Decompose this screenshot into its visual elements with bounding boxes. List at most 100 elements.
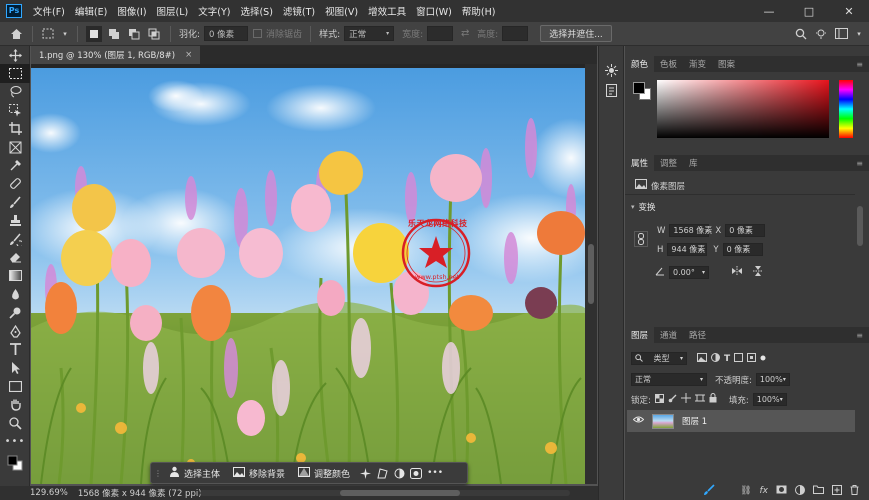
layer-filter-select[interactable]: 类型 ▾ <box>631 352 687 365</box>
discover-lightbulb-icon[interactable] <box>813 26 829 42</box>
panel-menu-icon[interactable]: ≡ <box>856 331 863 340</box>
transform-section-header[interactable]: ▾ 变换 <box>631 201 656 213</box>
generative-fill-icon[interactable] <box>358 465 372 481</box>
tab-layers[interactable]: 图层 <box>625 327 655 343</box>
eyedropper-tool-icon[interactable] <box>0 156 30 174</box>
lock-artboard-icon[interactable] <box>694 393 705 406</box>
filter-toggle-icon[interactable] <box>760 354 766 364</box>
y-input[interactable]: 0 像素 <box>722 243 763 256</box>
scrollbar-thumb[interactable] <box>588 244 594 304</box>
x-input[interactable]: 0 像素 <box>725 224 766 237</box>
panel-menu-icon[interactable]: ≡ <box>856 159 863 168</box>
healing-brush-tool-icon[interactable] <box>0 175 30 193</box>
filter-type-icon[interactable]: T <box>724 354 730 364</box>
panel-menu-icon[interactable]: ≡ <box>856 60 863 69</box>
menu-filter[interactable]: 滤镜(T) <box>278 4 320 18</box>
scrollbar-thumb[interactable] <box>340 490 460 496</box>
new-layer-icon[interactable] <box>832 484 842 498</box>
layer-name[interactable]: 图层 1 <box>682 415 707 427</box>
menu-select[interactable]: 选择(S) <box>235 4 277 18</box>
frame-tool-icon[interactable] <box>0 138 30 156</box>
move-tool-icon[interactable] <box>0 46 30 64</box>
mask-icon[interactable] <box>392 465 406 481</box>
style-select[interactable]: 正常 ▾ <box>344 26 395 41</box>
add-mask-icon[interactable] <box>776 485 787 497</box>
new-adjustment-icon[interactable] <box>795 484 805 498</box>
foreground-background-swatch[interactable] <box>633 82 653 102</box>
clone-stamp-tool-icon[interactable] <box>0 212 30 230</box>
canvas-image[interactable]: 乐天龙网络科技 www.ptsh.net <box>31 68 585 484</box>
dodge-tool-icon[interactable] <box>0 303 30 321</box>
subtract-selection-icon[interactable] <box>126 26 142 42</box>
tab-color[interactable]: 颜色 <box>625 56 655 72</box>
brush-tool-icon[interactable] <box>0 193 30 211</box>
transform-icon[interactable] <box>375 465 389 481</box>
delete-layer-icon[interactable] <box>850 484 859 498</box>
path-selection-tool-icon[interactable] <box>0 359 30 377</box>
fill-input[interactable]: 100% ▾ <box>752 393 787 406</box>
tab-swatches[interactable]: 色板 <box>654 56 683 72</box>
close-button[interactable]: ✕ <box>829 0 869 22</box>
history-icon[interactable] <box>606 84 617 100</box>
zoom-level[interactable]: 129.69% <box>30 488 68 498</box>
tab-channels[interactable]: 通道 <box>654 327 683 343</box>
gradient-tool-icon[interactable] <box>0 267 30 285</box>
blur-tool-icon[interactable] <box>0 285 30 303</box>
horizontal-scrollbar[interactable] <box>200 490 570 496</box>
maximize-button[interactable]: □ <box>789 0 829 22</box>
canvas-area[interactable]: 乐天龙网络科技 www.ptsh.net <box>31 64 597 484</box>
home-icon[interactable] <box>8 26 24 42</box>
lock-brush-icon[interactable] <box>668 394 677 406</box>
crop-tool-icon[interactable] <box>0 120 30 138</box>
tab-patterns[interactable]: 图案 <box>712 56 741 72</box>
blend-mode-select[interactable]: 正常 ▾ <box>631 373 707 386</box>
opacity-input[interactable]: 100% ▾ <box>755 373 790 386</box>
lasso-tool-icon[interactable] <box>0 83 30 101</box>
menu-view[interactable]: 视图(V) <box>320 4 363 18</box>
menu-layer[interactable]: 图层(L) <box>152 4 194 18</box>
history-brush-tool-icon[interactable] <box>0 230 30 248</box>
swap-icon[interactable]: ⇄ <box>457 26 473 42</box>
tab-paths[interactable]: 路径 <box>683 327 712 343</box>
marquee-preset-icon[interactable] <box>41 26 57 42</box>
color-swatches-icon[interactable] <box>0 451 30 475</box>
angle-input[interactable]: 0.00° ▾ <box>669 266 709 279</box>
flip-horizontal-icon[interactable] <box>731 266 743 279</box>
filter-shape-icon[interactable] <box>734 352 744 365</box>
select-and-mask-button[interactable]: 选择并遮住... <box>540 25 612 42</box>
flip-vertical-icon[interactable] <box>753 265 763 280</box>
adjustment-layer-icon[interactable] <box>409 465 423 481</box>
feather-input[interactable]: 0 像素 <box>204 26 249 41</box>
link-layers-icon[interactable]: ⛓ <box>740 486 751 496</box>
tab-gradients[interactable]: 渐变 <box>683 56 712 72</box>
menu-help[interactable]: 帮助(H) <box>457 4 501 18</box>
lock-position-icon[interactable] <box>680 393 691 406</box>
h-input[interactable]: 944 像素 <box>667 243 708 256</box>
antialias-checkbox[interactable] <box>252 26 262 42</box>
adjust-color-button[interactable]: 调整颜色 <box>293 464 355 482</box>
filter-pixel-icon[interactable] <box>697 352 707 365</box>
tab-properties[interactable]: 属性 <box>625 155 655 171</box>
learn-icon[interactable] <box>605 64 618 80</box>
lock-all-icon[interactable] <box>709 393 717 406</box>
new-selection-icon[interactable] <box>86 25 102 42</box>
width-input[interactable] <box>427 26 454 41</box>
tool-brush-quick-icon[interactable] <box>703 484 715 499</box>
document-tab[interactable]: 1.png @ 130% (图层 1, RGB/8#) × <box>31 46 201 64</box>
foreground-color-swatch[interactable] <box>633 82 645 94</box>
add-selection-icon[interactable] <box>106 26 122 42</box>
tab-adjustments[interactable]: 调整 <box>654 155 683 171</box>
visibility-eye-icon[interactable] <box>632 416 645 426</box>
menu-plugins[interactable]: 增效工具 <box>363 4 411 18</box>
menu-file[interactable]: 文件(F) <box>28 4 70 18</box>
search-icon[interactable] <box>793 26 809 42</box>
filter-adjustment-icon[interactable] <box>711 352 720 365</box>
link-proportions-icon[interactable] <box>634 231 648 247</box>
menu-type[interactable]: 文字(Y) <box>193 4 235 18</box>
minimize-button[interactable]: — <box>749 0 789 22</box>
drag-handle-icon[interactable]: ⋮ <box>154 465 162 481</box>
intersect-selection-icon[interactable] <box>146 26 162 42</box>
more-tools-icon[interactable]: ••• <box>0 432 30 450</box>
color-field[interactable] <box>657 80 829 138</box>
select-subject-button[interactable]: 选择主体 <box>164 464 225 482</box>
